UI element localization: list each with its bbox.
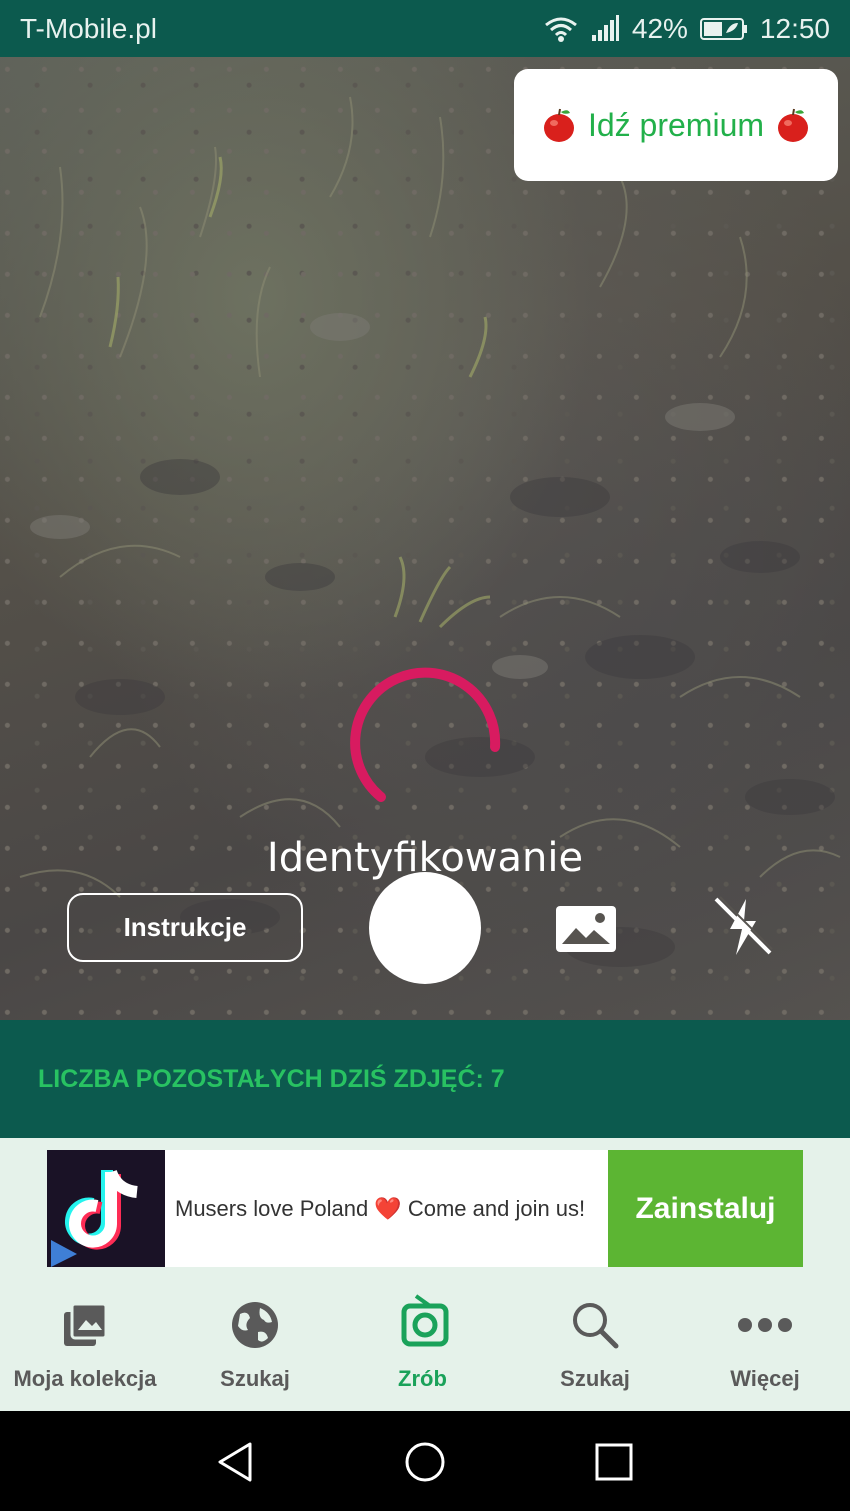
nav-label: Więcej <box>730 1366 800 1391</box>
battery-percent: 42% <box>631 12 688 44</box>
instructions-button[interactable]: Instrukcje <box>67 893 303 962</box>
remaining-photos-text: LICZBA POZOSTAŁYCH DZIŚ ZDJĘĆ: 7 <box>38 1064 505 1093</box>
globe-icon <box>232 1302 278 1348</box>
nav-more[interactable]: Więcej <box>680 1280 850 1411</box>
nav-search[interactable]: Szukaj <box>510 1280 680 1411</box>
clock: 12:50 <box>759 12 830 44</box>
install-button[interactable]: Zainstaluj <box>608 1150 803 1267</box>
premium-label: Idź premium <box>587 106 765 143</box>
more-icon <box>738 1318 792 1332</box>
nav-search-globe[interactable]: Szukaj <box>170 1280 340 1411</box>
loading-spinner <box>350 667 501 802</box>
nav-take-photo[interactable]: Zrób <box>340 1280 510 1411</box>
collection-icon <box>64 1302 108 1346</box>
wifi-icon <box>544 17 577 42</box>
music-note-icon <box>51 1169 138 1267</box>
signal-icon <box>591 14 619 41</box>
remaining-photos-banner: LICZBA POZOSTAŁYCH DZIŚ ZDJĘĆ: 7 <box>0 1020 850 1138</box>
go-premium-button[interactable]: Idź premium <box>514 69 838 181</box>
flash-off-icon[interactable] <box>710 895 774 959</box>
recents-icon[interactable] <box>595 1443 633 1481</box>
carrier-name: T-Mobile.pl <box>20 12 157 44</box>
ad-banner[interactable]: Musers love Poland ❤️ Come and join us! … <box>47 1150 803 1267</box>
camera-preview[interactable]: Idź premium Identyfikowanie Instrukcje <box>0 57 850 1020</box>
nav-label: Zrób <box>398 1366 447 1391</box>
nav-label: Szukaj <box>560 1366 630 1391</box>
bottom-navigation: Moja kolekcja Szukaj Zrób Szukaj Więcej <box>0 1280 850 1411</box>
apple-icon <box>778 108 809 142</box>
app-logo <box>47 1150 165 1267</box>
apple-icon <box>543 108 574 142</box>
search-icon <box>573 1303 619 1349</box>
shutter-button[interactable] <box>369 872 481 984</box>
gallery-icon[interactable] <box>554 904 618 954</box>
nav-my-collection[interactable]: Moja kolekcja <box>0 1280 170 1411</box>
nav-label: Szukaj <box>220 1366 290 1391</box>
home-icon[interactable] <box>404 1441 446 1483</box>
nav-label: Moja kolekcja <box>13 1366 157 1391</box>
system-navigation-bar <box>0 1411 850 1511</box>
camera-icon <box>401 1294 449 1347</box>
status-indicators: 42% 12:50 <box>544 12 830 44</box>
ad-message: Musers love Poland ❤️ Come and join us! <box>175 1195 586 1221</box>
ad-area: Musers love Poland ❤️ Come and join us! … <box>0 1138 850 1280</box>
back-icon[interactable] <box>216 1441 256 1483</box>
battery-icon <box>699 17 747 40</box>
status-bar: T-Mobile.pl 42% 12:50 <box>0 0 850 57</box>
